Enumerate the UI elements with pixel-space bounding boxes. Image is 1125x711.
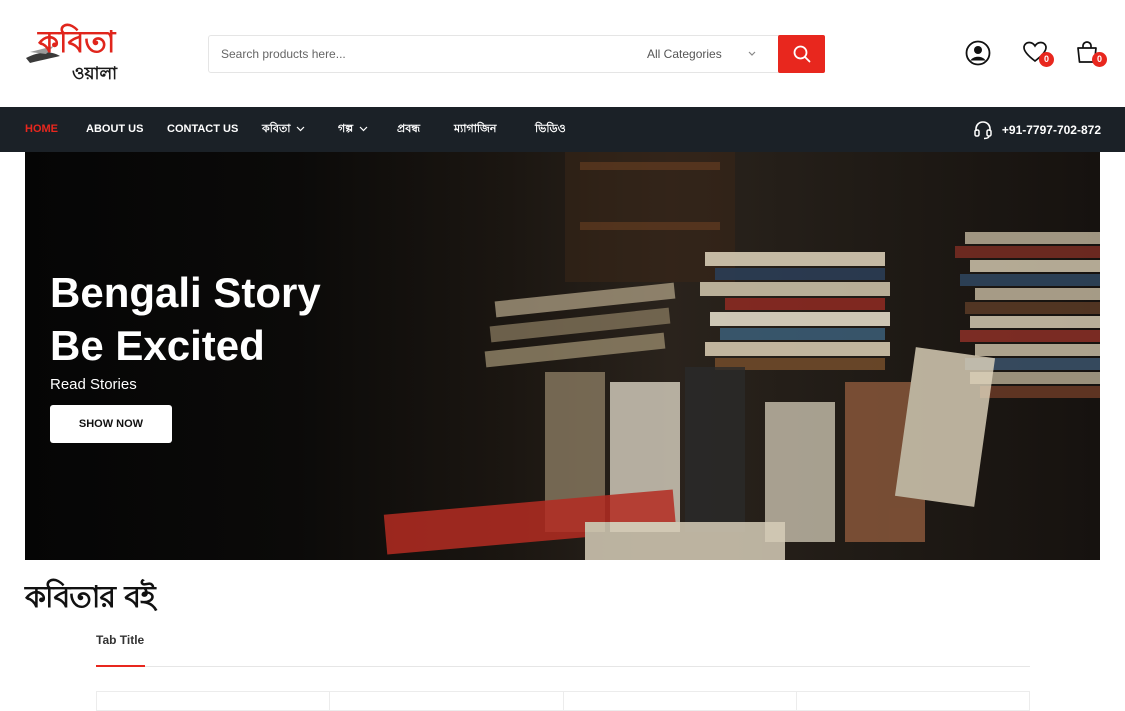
tab-label: Tab Title bbox=[96, 633, 145, 647]
nav-item-video[interactable]: ভিডিও bbox=[535, 107, 566, 152]
main-nav: HOME ABOUT US CONTACT US কবিতা গল্প প্রব… bbox=[0, 107, 1125, 152]
logo-line2: ওয়ালা bbox=[72, 64, 118, 84]
logo-line1: কবিতা bbox=[37, 23, 117, 60]
nav-item-home[interactable]: HOME bbox=[25, 107, 58, 152]
product-card[interactable] bbox=[329, 691, 563, 711]
product-card[interactable] bbox=[96, 691, 330, 711]
search-bar: All Categories bbox=[208, 35, 825, 73]
site-logo[interactable]: কবিতা ওয়ালা bbox=[24, 22, 128, 84]
nav-item-probondho[interactable]: প্রবন্ধ bbox=[397, 107, 420, 152]
logo-mark: কবিতা ওয়ালা bbox=[26, 23, 118, 84]
nav-item-kobita[interactable]: কবিতা bbox=[262, 107, 305, 152]
wishlist-count-badge: 0 bbox=[1039, 52, 1054, 67]
category-select[interactable]: All Categories bbox=[647, 36, 777, 72]
phone-number: +91-7797-702-872 bbox=[1001, 122, 1101, 137]
search-icon bbox=[793, 45, 810, 63]
nav-item-golpo[interactable]: গল্প bbox=[338, 107, 368, 152]
nav-item-label: কবিতা bbox=[262, 123, 291, 135]
chevron-down-icon bbox=[359, 126, 368, 132]
support-phone[interactable]: +91-7797-702-872 bbox=[973, 107, 1101, 152]
show-now-button[interactable]: SHOW NOW bbox=[50, 405, 172, 443]
cart-count-badge: 0 bbox=[1092, 52, 1107, 67]
product-tabs: Tab Title bbox=[96, 620, 1030, 667]
product-card[interactable] bbox=[795, 691, 1030, 711]
search-button[interactable] bbox=[778, 35, 825, 73]
nav-item-magazine[interactable]: ম্যাগাজিন bbox=[454, 107, 496, 152]
hero-banner: Bengali Story Be Excited Read Stories SH… bbox=[25, 152, 1100, 560]
hero-title-line1: Bengali Story bbox=[50, 269, 321, 316]
tab-title[interactable]: Tab Title bbox=[96, 633, 144, 647]
hero-title-line2: Be Excited bbox=[50, 322, 265, 369]
headset-icon bbox=[974, 120, 992, 139]
tab-active-indicator bbox=[96, 665, 145, 667]
nav-item-label: গল্প bbox=[338, 123, 354, 135]
section-title: কবিতার বই bbox=[25, 580, 156, 615]
nav-item-contact-us[interactable]: CONTACT US bbox=[167, 107, 238, 152]
chevron-down-icon bbox=[297, 126, 305, 132]
user-icon bbox=[965, 40, 991, 66]
cart-button[interactable]: 0 bbox=[1075, 40, 1107, 70]
search-input[interactable] bbox=[209, 36, 629, 72]
nav-item-about-us[interactable]: ABOUT US bbox=[86, 107, 143, 152]
site-header: কবিতা ওয়ালা All Categories 0 bbox=[0, 0, 1125, 107]
hero-subtitle: Read Stories bbox=[50, 376, 137, 393]
chevron-down-icon bbox=[748, 51, 756, 56]
account-button[interactable] bbox=[965, 40, 995, 70]
product-card[interactable] bbox=[562, 691, 796, 711]
product-grid bbox=[96, 691, 1030, 711]
wishlist-button[interactable]: 0 bbox=[1022, 40, 1054, 70]
category-select-label: All Categories bbox=[647, 47, 722, 61]
hero-title: Bengali Story Be Excited bbox=[50, 266, 321, 372]
